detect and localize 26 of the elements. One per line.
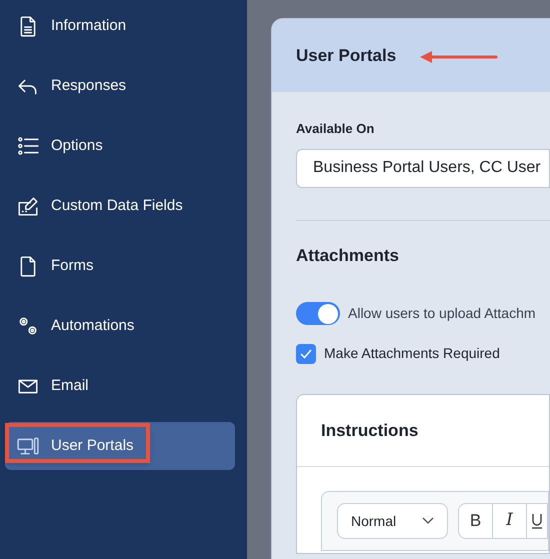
sidebar-item[interactable]: Forms: [5, 242, 235, 290]
toggle-label: Allow users to upload Attachm: [348, 304, 536, 323]
italic-button[interactable]: I: [493, 504, 527, 538]
section-heading: Attachments: [296, 244, 400, 266]
sidebar-item[interactable]: Information: [5, 2, 235, 50]
chevron-down-icon: [422, 517, 434, 525]
pencil-box-icon: [17, 195, 39, 217]
sidebar-item[interactable]: Options: [5, 122, 235, 170]
toggle-switch[interactable]: [296, 302, 340, 325]
sidebar-item[interactable]: User Portals: [5, 422, 235, 470]
format-select[interactable]: Normal: [337, 503, 448, 539]
list-icon: [17, 135, 39, 157]
available-on-field[interactable]: Business Portal Users, CC User: [296, 148, 550, 188]
sidebar-item[interactable]: Automations: [5, 302, 235, 350]
checkbox[interactable]: [296, 344, 316, 364]
field-label: Available On: [296, 120, 376, 138]
card-heading: Instructions: [321, 420, 418, 442]
bold-button[interactable]: B: [459, 504, 493, 538]
checkbox-label: Make Attachments Required: [324, 344, 500, 363]
computer-icon: [17, 435, 39, 457]
sidebar-item[interactable]: Custom Data Fields: [5, 182, 235, 230]
underline-icon[interactable]: [532, 513, 542, 529]
sidebar-item[interactable]: Responses: [5, 62, 235, 110]
sidebar-item[interactable]: Email: [5, 362, 235, 410]
check-icon: [300, 348, 312, 358]
panel-title: User Portals: [296, 44, 396, 67]
